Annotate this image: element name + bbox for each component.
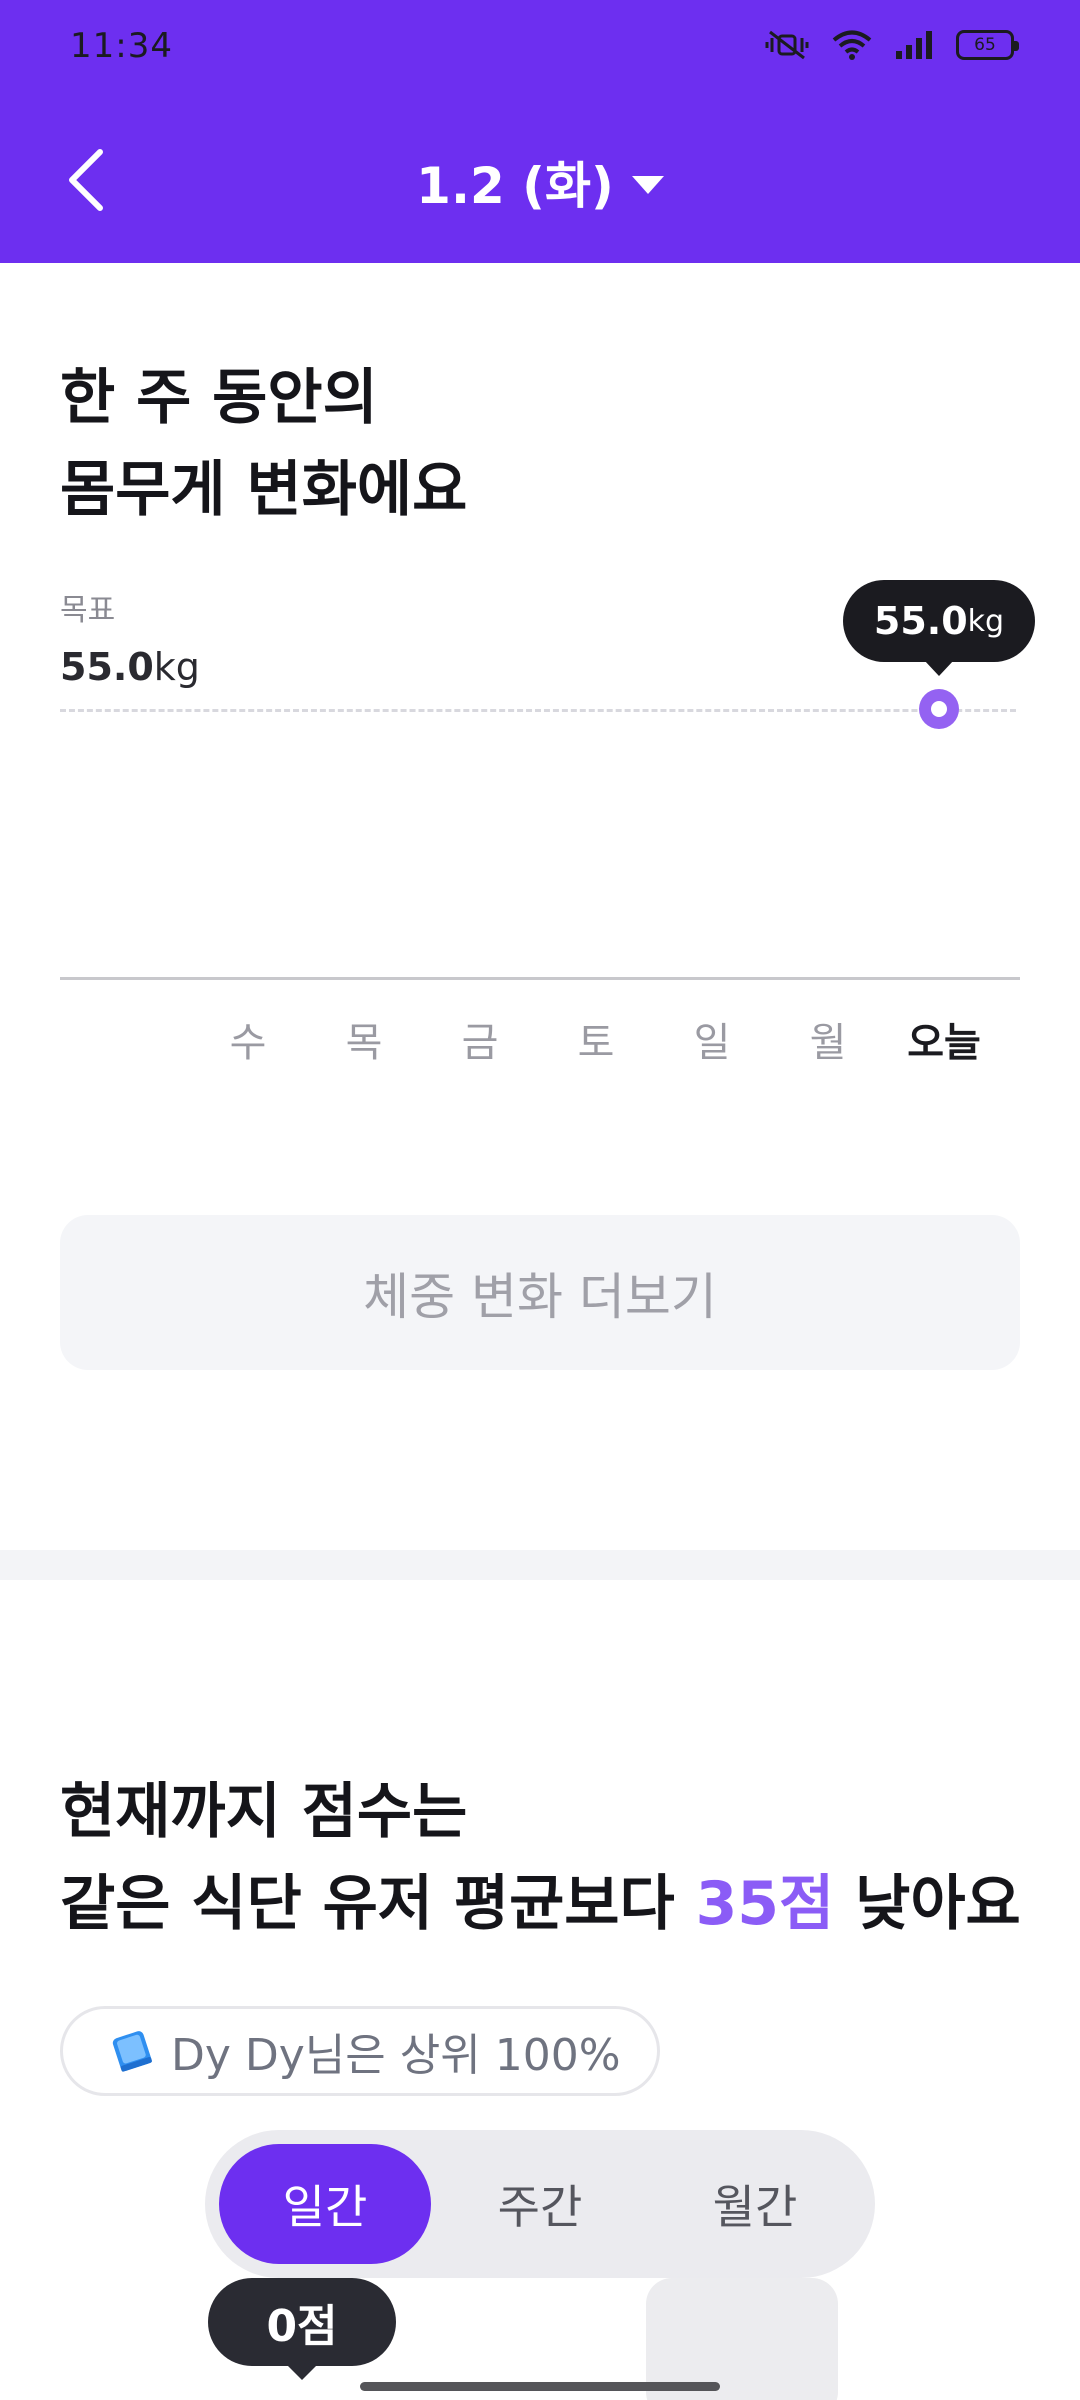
tooltip-arrow bbox=[924, 660, 954, 676]
score-badge: 0점 bbox=[208, 2278, 396, 2366]
tab-weekly[interactable]: 주간 bbox=[434, 2144, 646, 2264]
goal-line bbox=[60, 709, 1016, 712]
goal-unit: kg bbox=[153, 645, 200, 689]
goal-value: 55.0kg bbox=[60, 645, 200, 689]
day-label-wed: 수 bbox=[229, 1020, 267, 1066]
score-title-suffix: 낮아요 bbox=[834, 1869, 1021, 1939]
rank-text: Dy Dy님은 상위 100% bbox=[171, 2030, 621, 2081]
weight-title-line2: 몸무게 변화에요 bbox=[60, 455, 468, 525]
score-title-prefix: 같은 식단 유저 평균보다 bbox=[60, 1869, 696, 1939]
date-selector[interactable]: 1.2 (화) bbox=[0, 146, 1080, 218]
tab-daily[interactable]: 일간 bbox=[219, 2144, 431, 2264]
goal-number: 55.0 bbox=[60, 645, 154, 689]
tooltip-number: 55.0 bbox=[873, 599, 968, 643]
goal-label: 목표 bbox=[60, 593, 116, 628]
status-icons: 65 bbox=[764, 28, 1019, 62]
score-title-line2: 같은 식단 유저 평균보다 35점 낮아요 bbox=[60, 1858, 1021, 1950]
tab-monthly[interactable]: 월간 bbox=[649, 2144, 861, 2264]
day-label-mon: 월 bbox=[809, 1020, 847, 1066]
blue-book-icon bbox=[112, 2031, 152, 2072]
signal-icon bbox=[896, 31, 932, 59]
battery-icon: 65 bbox=[956, 30, 1019, 60]
weight-tooltip: 55.0 kg bbox=[843, 580, 1035, 662]
score-section-title: 현재까지 점수는 같은 식단 유저 평균보다 35점 낮아요 bbox=[60, 1766, 1021, 1950]
day-label-today: 오늘 bbox=[907, 1020, 981, 1066]
app-header: 11:34 65 1.2 (화) bbox=[0, 0, 1080, 263]
score-diff: 35점 bbox=[695, 1869, 835, 1939]
score-title-line1: 현재까지 점수는 bbox=[60, 1777, 468, 1847]
day-label-sun: 일 bbox=[693, 1020, 731, 1066]
wifi-icon bbox=[832, 30, 872, 60]
day-label-sat: 토 bbox=[577, 1020, 615, 1066]
tooltip-unit: kg bbox=[967, 603, 1005, 639]
caret-down-icon bbox=[631, 176, 664, 194]
weight-point-today[interactable] bbox=[919, 689, 959, 729]
day-label-thu: 목 bbox=[345, 1020, 383, 1066]
weight-section-title: 한 주 동안의 몸무게 변화에요 bbox=[60, 352, 467, 536]
date-label: 1.2 (화) bbox=[416, 157, 614, 215]
weight-more-button[interactable]: 체중 변화 더보기 bbox=[60, 1215, 1020, 1370]
period-tabs: 일간 주간 월간 bbox=[205, 2130, 875, 2278]
weight-title-line1: 한 주 동안의 bbox=[60, 363, 378, 433]
day-label-fri: 금 bbox=[461, 1020, 499, 1066]
battery-level: 65 bbox=[974, 35, 996, 55]
section-divider bbox=[0, 1550, 1080, 1580]
chart-x-axis bbox=[60, 977, 1020, 980]
mute-vibrate-icon bbox=[765, 30, 809, 60]
score-badge-arrow bbox=[286, 2364, 318, 2380]
rank-badge: Dy Dy님은 상위 100% bbox=[60, 2006, 660, 2096]
status-time: 11:34 bbox=[70, 26, 173, 66]
home-indicator[interactable] bbox=[360, 2382, 720, 2391]
